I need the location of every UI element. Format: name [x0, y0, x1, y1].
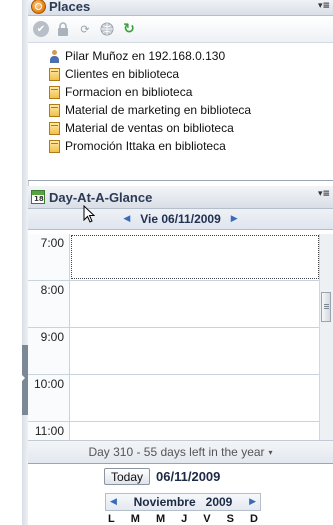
mini-calendar-pane: Today 06/11/2009 ◀ Noviembre 2009 ▶ L M … — [28, 464, 333, 525]
calendar-icon — [49, 103, 60, 117]
lock-icon[interactable] — [55, 21, 71, 37]
place-label: Clientes en biblioteca — [65, 67, 180, 81]
hour-label: 11:00 — [28, 422, 70, 440]
weekday-label: S — [226, 513, 234, 525]
time-slot[interactable] — [70, 281, 320, 327]
place-label: Material de ventas on biblioteca — [65, 121, 234, 135]
weekday-label: V — [203, 513, 211, 525]
calendar-icon — [49, 67, 60, 81]
glance-header: 18 Day-At-A-Glance ▾≡ — [28, 186, 333, 209]
calendar-icon — [49, 121, 60, 135]
time-slot[interactable] — [70, 422, 320, 440]
time-slot[interactable] — [70, 375, 320, 421]
list-item[interactable]: Material de ventas on biblioteca — [28, 119, 333, 137]
calendar-icon — [49, 85, 60, 99]
prev-day-arrow-icon[interactable]: ◀ — [123, 214, 130, 224]
places-icon — [31, 0, 46, 14]
refresh-icon[interactable]: ↻ — [121, 21, 137, 37]
next-day-arrow-icon[interactable]: ▶ — [231, 214, 238, 224]
weekday-label: D — [249, 513, 258, 525]
glance-title: Day-At-A-Glance — [49, 189, 153, 205]
list-item[interactable]: Pilar Muñoz en 192.168.0.130 — [28, 47, 333, 65]
expand-arrow-icon[interactable] — [21, 374, 25, 382]
hour-label: 8:00 — [28, 281, 70, 327]
place-label: Pilar Muñoz en 192.168.0.130 — [65, 49, 226, 63]
hour-row: 10:00 — [28, 375, 320, 422]
hour-row: 7:00 — [28, 234, 320, 281]
list-item[interactable]: Clientes en biblioteca — [28, 65, 333, 83]
time-slot[interactable] — [70, 234, 320, 280]
next-month-arrow-icon[interactable]: ▶ — [249, 497, 256, 507]
places-header: Places ▾≡ — [28, 0, 333, 16]
month-label: Noviembre — [133, 495, 196, 509]
places-list: Pilar Muñoz en 192.168.0.130 Clientes en… — [28, 43, 333, 155]
places-pane: Places ▾≡ ✔ ⟳ ↻ Pilar Muñoz en 192.168.0… — [28, 0, 333, 181]
weekday-label: M — [130, 513, 140, 525]
hour-row: 9:00 — [28, 328, 320, 375]
weekday-label: J — [181, 513, 188, 525]
vertical-scrollbar[interactable] — [319, 234, 333, 440]
current-date: Vie 06/11/2009 — [140, 212, 221, 226]
list-item[interactable]: Promoción Ittaka en biblioteca — [28, 137, 333, 155]
sync-icon[interactable]: ⟳ — [77, 21, 93, 37]
pane-menu-icon[interactable]: ▾≡ — [318, 189, 330, 199]
places-toolbar: ✔ ⟳ ↻ — [28, 16, 333, 43]
person-icon — [49, 49, 60, 63]
today-button[interactable]: Today — [104, 468, 151, 485]
day-of-year-text: Day 310 - 55 days left in the year — [88, 445, 265, 459]
check-icon[interactable]: ✔ — [33, 21, 49, 37]
globe-icon[interactable] — [99, 21, 115, 37]
weekday-label: M — [155, 513, 166, 525]
today-row: Today 06/11/2009 — [104, 468, 333, 485]
list-item[interactable]: Formacion en biblioteca — [28, 83, 333, 101]
pane-menu-icon[interactable]: ▾≡ — [318, 1, 330, 11]
hour-row: 8:00 — [28, 281, 320, 328]
day-footer[interactable]: Day 310 - 55 days left in the year ▾ — [28, 440, 333, 463]
hour-label: 9:00 — [28, 328, 70, 374]
date-navigator: ◀ Vie 06/11/2009 ▶ — [28, 209, 333, 230]
day-at-a-glance-pane: 18 Day-At-A-Glance ▾≡ ◀ Vie 06/11/2009 ▶… — [28, 186, 333, 464]
time-slot[interactable] — [70, 328, 320, 374]
place-label: Material de marketing en biblioteca — [65, 103, 252, 117]
place-label: Promoción Ittaka en biblioteca — [65, 139, 226, 153]
chevron-down-icon: ▾ — [268, 447, 273, 457]
month-navigator: ◀ Noviembre 2009 ▶ — [105, 493, 261, 511]
year-label: 2009 — [205, 495, 233, 509]
today-date: 06/11/2009 — [156, 469, 221, 484]
prev-month-arrow-icon[interactable]: ◀ — [110, 497, 117, 507]
places-title: Places — [49, 0, 91, 14]
hour-row: 11:00 — [28, 422, 320, 440]
green-calendar-icon: 18 — [31, 190, 45, 204]
place-label: Formacion en biblioteca — [65, 85, 193, 99]
scrollbar-thumb[interactable] — [321, 292, 331, 322]
list-item[interactable]: Material de marketing en biblioteca — [28, 101, 333, 119]
weekday-label: L — [108, 513, 115, 525]
hour-label: 10:00 — [28, 375, 70, 421]
mouse-pointer-icon — [83, 205, 95, 223]
hour-grid: 7:00 8:00 9:00 10:00 11:00 — [28, 234, 320, 440]
calendar-icon — [49, 139, 60, 153]
weekday-header: L M M J V S D — [108, 513, 258, 525]
hour-label: 7:00 — [28, 234, 70, 280]
